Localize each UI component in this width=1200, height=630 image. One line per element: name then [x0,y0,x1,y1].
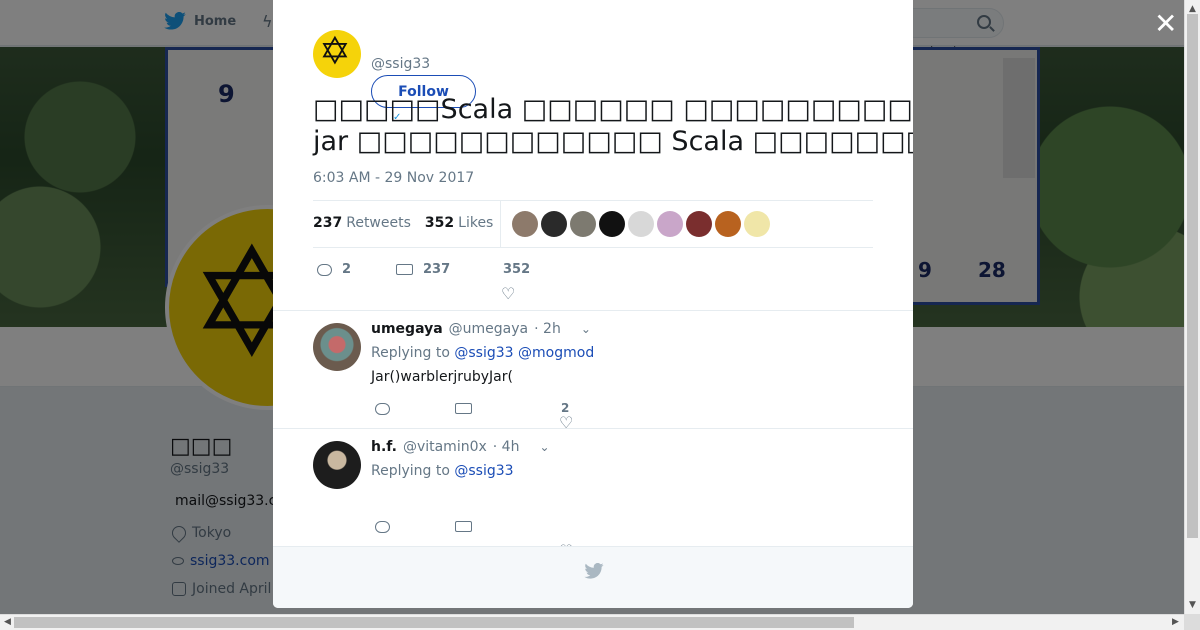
likes-stat[interactable]: 352 Likes [425,215,493,231]
liker-avatar[interactable] [570,211,596,237]
retweet-count: 237 [423,262,451,277]
horizontal-scrollbar[interactable]: ◀ ▶ [0,614,1184,630]
scrollbar-thumb[interactable] [14,617,854,628]
reply-tweet[interactable]: h.f. @vitamin0x · 4h ⌄ Replying to @ssig… [273,428,913,559]
reply-author-name[interactable]: umegaya [371,321,443,337]
liker-avatar[interactable] [686,211,712,237]
scroll-left-arrow-icon[interactable]: ◀ [4,617,11,627]
reply-author-handle[interactable]: @vitamin0x [403,439,487,455]
scrollbar-thumb[interactable] [1187,14,1198,538]
reply-mentions[interactable]: @ssig33 @mogmod [454,345,594,361]
reply-header: h.f. @vitamin0x · 4h ⌄ [371,439,550,455]
liker-avatar[interactable] [512,211,538,237]
scroll-down-arrow-icon[interactable]: ▼ [1189,600,1196,610]
twitter-bird-icon [584,563,604,579]
reply-icon[interactable] [375,521,390,533]
like-count-label: 352 [503,262,530,277]
tweet-text-line: □□□□□Scala □□□□□□ □□□□□□□□□□□□□□□□□□□□□□… [313,94,913,125]
reply-icon[interactable] [375,403,390,415]
liker-avatar[interactable] [541,211,567,237]
reply-time[interactable]: · 4h [493,439,520,455]
replying-to: Replying to @ssig33 @mogmod [371,345,595,361]
chevron-down-icon[interactable]: ⌄ [539,440,549,454]
liker-avatars [512,211,770,237]
like-button[interactable]: ♡ [501,286,515,302]
reply-actions: ♡ [373,519,673,559]
liker-avatar[interactable] [599,211,625,237]
like-count: 352 [503,262,531,277]
replying-to: Replying to @ssig33 [371,463,514,479]
reply-tweet[interactable]: umegaya @umegaya · 2h ⌄ Replying to @ssi… [273,310,913,431]
tweet-text: □□□□□Scala □□□□□□ □□□□□□□□□□□□□□□□□□□□□□… [313,94,913,158]
reply-actions: 2 ♡ [373,401,673,431]
liker-avatar[interactable] [628,211,654,237]
tweet-text-line: jar □□□□□□□□□□□□ Scala □□□□□□□□□□□□□□□□□… [313,126,913,157]
liker-avatar[interactable] [657,211,683,237]
reply-icon [317,263,332,276]
retweets-stat[interactable]: 237 Retweets [313,215,411,231]
tweet-modal: ✡ @ssig33 Follow □□□□□Scala □□□□□□ □□□□□… [273,0,913,608]
retweet-icon[interactable] [455,521,472,532]
vertical-scrollbar[interactable]: ▲ ▼ [1184,0,1200,614]
reply-avatar[interactable] [313,323,361,371]
reply-text: Jar()warblerjrubyJar( [371,369,513,385]
reply-author-name[interactable]: h.f. [371,439,397,455]
heart-icon: ♡ [501,284,516,303]
reply-avatar[interactable] [313,441,361,489]
scrollbar-corner [1184,614,1200,630]
check-icon: ✓ [393,112,402,123]
retweet-icon[interactable] [455,403,472,414]
reply-time[interactable]: · 2h [534,321,561,337]
chevron-down-icon[interactable]: ⌄ [581,322,591,336]
tweet-actions: 2 237 352 ♡ [313,260,873,306]
retweet-button[interactable]: 237 [396,262,450,277]
reply-count: 2 [342,262,352,277]
tweet-stats: 237 Retweets 352 Likes [313,200,873,248]
modal-footer [273,546,913,608]
scroll-up-arrow-icon[interactable]: ▲ [1189,4,1196,14]
scroll-right-arrow-icon[interactable]: ▶ [1172,617,1179,627]
tweet-timestamp[interactable]: 6:03 AM - 29 Nov 2017 [313,170,474,186]
reply-mentions[interactable]: @ssig33 [454,463,513,479]
author-handle[interactable]: @ssig33 [371,56,430,72]
liker-avatar[interactable] [744,211,770,237]
reply-header: umegaya @umegaya · 2h ⌄ [371,321,591,337]
divider [500,201,501,247]
reply-author-handle[interactable]: @umegaya [449,321,528,337]
retweet-icon [396,264,413,275]
liker-avatar[interactable] [715,211,741,237]
close-icon[interactable]: ✕ [1154,10,1177,38]
author-avatar[interactable]: ✡ [313,30,361,78]
star-of-david-icon: ✡ [319,30,351,73]
reply-button[interactable]: 2 [317,262,351,277]
